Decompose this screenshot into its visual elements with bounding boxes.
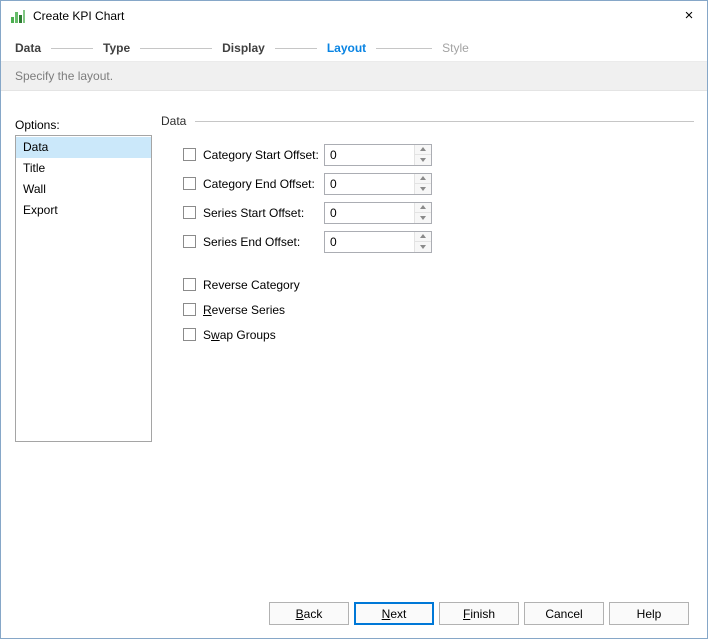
- wizard-steps: Data Type Display Layout Style: [15, 39, 693, 57]
- label-text: everse Series: [211, 302, 286, 317]
- spin-down-icon: [420, 244, 426, 249]
- subtitle-bar: Specify the layout.: [1, 61, 707, 91]
- step-display[interactable]: Display: [222, 41, 265, 55]
- reverse-category-checkbox[interactable]: [183, 278, 196, 291]
- swap-groups-label: Swap Groups: [203, 328, 276, 342]
- spinner-buttons: [414, 231, 431, 252]
- reverse-category-label: Reverse Category: [203, 278, 300, 292]
- options-label: Options:: [15, 118, 60, 132]
- window-title: Create KPI Chart: [33, 9, 125, 23]
- series-start-offset-checkbox[interactable]: [183, 206, 196, 219]
- options-item-wall[interactable]: Wall: [16, 179, 151, 200]
- series-end-offset-label: Series End Offset:: [203, 234, 301, 249]
- step-connector-line: [376, 47, 433, 49]
- category-start-offset-checkbox[interactable]: [183, 148, 196, 161]
- step-type[interactable]: Type: [103, 41, 130, 55]
- series-end-offset-spinner: [324, 230, 432, 253]
- label-text: ack: [303, 606, 323, 621]
- label-text: Reverse Category: [203, 277, 300, 292]
- step-layout[interactable]: Layout: [327, 41, 366, 55]
- reverse-series-label: Reverse Series: [203, 303, 285, 317]
- spin-down-icon: [420, 186, 426, 191]
- options-listbox: Data Title Wall Export: [15, 135, 152, 442]
- spinner-buttons: [414, 173, 431, 194]
- label-text: ap Groups: [219, 327, 276, 342]
- spinner-buttons: [414, 144, 431, 165]
- section-header-rule: [195, 120, 694, 122]
- series-end-offset-row: Series End Offset:: [183, 227, 432, 256]
- category-end-offset-row: Category End Offset:: [183, 169, 432, 198]
- category-start-offset-label: Category Start Offset:: [203, 147, 319, 162]
- spin-down-button[interactable]: [415, 241, 431, 252]
- spin-up-icon: [420, 205, 426, 210]
- step-connector-line: [140, 47, 213, 49]
- label-text: S: [203, 327, 212, 342]
- spin-down-button[interactable]: [415, 183, 431, 194]
- cancel-button[interactable]: Cancel: [524, 602, 604, 625]
- series-end-offset-checkbox[interactable]: [183, 235, 196, 248]
- reverse-series-checkbox[interactable]: [183, 303, 196, 316]
- spin-up-icon: [420, 234, 426, 239]
- category-start-offset-spinner: [324, 143, 432, 166]
- spin-up-button[interactable]: [415, 144, 431, 154]
- options-item-title[interactable]: Title: [16, 158, 151, 179]
- swap-groups-row: Swap Groups: [183, 322, 300, 347]
- label-text: inish: [470, 606, 496, 621]
- step-style[interactable]: Style: [442, 41, 469, 55]
- spin-up-icon: [420, 176, 426, 181]
- category-end-offset-label: Category End Offset:: [203, 176, 315, 191]
- category-end-offset-checkbox[interactable]: [183, 177, 196, 190]
- label-mnemonic: R: [203, 302, 212, 317]
- check-rows: Reverse Category Reverse Series Swap Gro…: [183, 272, 300, 347]
- series-end-offset-input[interactable]: [325, 231, 414, 252]
- help-button[interactable]: Help: [609, 602, 689, 625]
- close-icon[interactable]: ×: [671, 1, 707, 31]
- step-connector-line: [274, 47, 317, 49]
- kpi-chart-icon: [10, 8, 26, 24]
- label-mnemonic: B: [295, 606, 304, 621]
- options-item-data[interactable]: Data: [16, 137, 151, 158]
- series-start-offset-spinner: [324, 201, 432, 224]
- series-start-offset-row: Series Start Offset:: [183, 198, 432, 227]
- next-button[interactable]: Next: [354, 602, 434, 625]
- section-header: Data: [161, 114, 694, 128]
- category-end-offset-input[interactable]: [325, 173, 414, 194]
- step-connector-line: [51, 47, 94, 49]
- dialog-footer: Back Next Finish Cancel Help: [1, 602, 707, 625]
- spin-up-button[interactable]: [415, 202, 431, 212]
- category-start-offset-row: Category Start Offset:: [183, 140, 432, 169]
- section-header-label: Data: [161, 114, 187, 128]
- reverse-category-row: Reverse Category: [183, 272, 300, 297]
- spin-down-icon: [420, 157, 426, 162]
- spin-up-button[interactable]: [415, 231, 431, 241]
- label-text: Help: [636, 606, 662, 621]
- spinner-buttons: [414, 202, 431, 223]
- back-button[interactable]: Back: [269, 602, 349, 625]
- title-bar: Create KPI Chart ×: [1, 1, 707, 31]
- series-start-offset-label: Series Start Offset:: [203, 205, 305, 220]
- category-start-offset-input[interactable]: [325, 144, 414, 165]
- spin-up-button[interactable]: [415, 173, 431, 183]
- spin-up-icon: [420, 147, 426, 152]
- spin-down-icon: [420, 215, 426, 220]
- spin-down-button[interactable]: [415, 154, 431, 165]
- options-item-export[interactable]: Export: [16, 200, 151, 221]
- finish-button[interactable]: Finish: [439, 602, 519, 625]
- offset-rows: Category Start Offset: Category End Offs…: [183, 140, 432, 256]
- spin-down-button[interactable]: [415, 212, 431, 223]
- label-mnemonic: w: [211, 327, 220, 342]
- category-end-offset-spinner: [324, 172, 432, 195]
- swap-groups-checkbox[interactable]: [183, 328, 196, 341]
- step-data[interactable]: Data: [15, 41, 41, 55]
- series-start-offset-input[interactable]: [325, 202, 414, 223]
- create-kpi-chart-dialog: Create KPI Chart × Data Type Display Lay…: [0, 0, 708, 639]
- subtitle-text: Specify the layout.: [15, 69, 114, 83]
- label-text: Cancel: [545, 606, 583, 621]
- label-text: ext: [390, 606, 407, 621]
- reverse-series-row: Reverse Series: [183, 297, 300, 322]
